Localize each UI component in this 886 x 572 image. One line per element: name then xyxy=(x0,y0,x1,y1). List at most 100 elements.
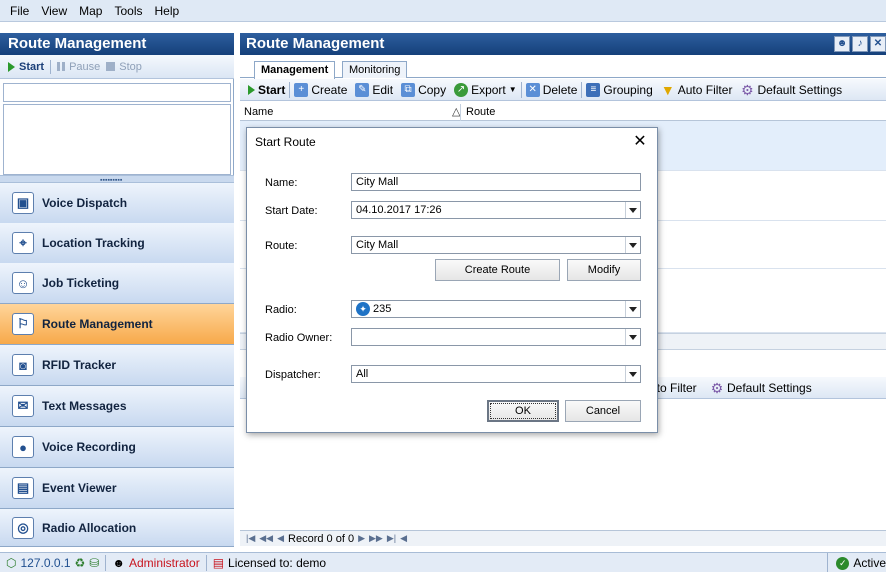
dispatcher-label: Dispatcher: xyxy=(265,369,321,381)
name-label: Name: xyxy=(265,177,298,189)
pane-splitter[interactable]: ▪▪▪▪▪▪▪▪▪ xyxy=(0,175,234,184)
delete-button[interactable]: ✕ Delete xyxy=(522,82,582,97)
ok-button[interactable]: OK xyxy=(487,400,559,422)
last-record-button[interactable]: ▶| xyxy=(387,533,396,544)
voice-recording-icon: ● xyxy=(12,436,34,458)
left-info-panel xyxy=(3,104,231,175)
auto-filter-button[interactable]: ▼ Auto Filter xyxy=(657,83,737,97)
more-button[interactable]: ◀ xyxy=(400,533,407,544)
start-date-picker[interactable]: 04.10.2017 17:26 xyxy=(351,201,641,219)
close-icon[interactable]: ✕ xyxy=(627,130,653,154)
dispatcher-select[interactable]: All xyxy=(351,365,641,383)
delete-icon: ✕ xyxy=(525,82,540,97)
status-user: ☻ Administrator xyxy=(112,555,200,570)
play-icon xyxy=(248,84,255,95)
menu-help[interactable]: Help xyxy=(149,0,186,22)
route-label: Route: xyxy=(265,240,298,252)
tab-strip: Management Monitoring xyxy=(240,58,886,79)
copy-icon: ⧉ xyxy=(401,82,416,97)
job-ticketing-icon: ☺ xyxy=(12,272,34,294)
network-icon: ♻ xyxy=(74,555,86,570)
record-count: Record 0 of 0 xyxy=(288,532,355,545)
chevron-down-icon: ▼ xyxy=(508,85,517,94)
next-record-button[interactable]: ▶ xyxy=(358,533,365,544)
start-route-button[interactable]: Start xyxy=(8,61,44,73)
column-header-route[interactable]: Route xyxy=(466,106,495,118)
speaker-icon[interactable]: ♪ xyxy=(852,36,868,52)
dialog-title: Start Route xyxy=(247,128,657,156)
chevron-down-icon[interactable] xyxy=(625,202,640,218)
chevron-down-icon[interactable] xyxy=(625,237,640,253)
start-date-label: Start Date: xyxy=(265,205,318,217)
chevron-down-icon[interactable] xyxy=(625,366,640,382)
prev-page-button[interactable]: ◀◀ xyxy=(259,533,273,544)
default-settings-button[interactable]: ⚙ Default Settings xyxy=(736,83,846,97)
chevron-down-icon[interactable] xyxy=(625,329,640,345)
create-button[interactable]: + Create xyxy=(290,82,351,97)
filter-icon: ▼ xyxy=(660,81,675,98)
mute-icon[interactable]: ✕ xyxy=(870,36,886,52)
grouping-icon: ≡ xyxy=(586,82,601,97)
record-navigator: |◀ ◀◀ ◀ Record 0 of 0 ▶ ▶▶ ▶| ◀ xyxy=(240,530,886,546)
copy-button[interactable]: ⧉ Copy xyxy=(397,82,450,97)
create-route-button[interactable]: Create Route xyxy=(435,259,560,281)
license-icon: ▤ xyxy=(212,555,225,570)
chevron-down-icon[interactable] xyxy=(625,301,640,317)
server-icon: ⬡ xyxy=(6,555,17,570)
voice-dispatch-icon: ▣ xyxy=(12,192,34,214)
nav-voice-recording[interactable]: ● Voice Recording xyxy=(0,427,234,468)
menu-file[interactable]: File xyxy=(4,0,35,22)
export-button[interactable]: ↗ Export ▼ xyxy=(450,82,521,97)
text-messages-icon: ✉ xyxy=(12,395,34,417)
nav-location-tracking[interactable]: ⌖ Location Tracking xyxy=(0,223,234,264)
modify-button[interactable]: Modify xyxy=(567,259,641,281)
pause-route-button[interactable]: Pause xyxy=(57,61,100,73)
nav-rfid-tracker[interactable]: ◙ RFID Tracker xyxy=(0,345,234,386)
status-bar: ⬡ 127.0.0.1 ♻ ⛁ ☻ Administrator ▤ Licens… xyxy=(0,552,886,572)
route-select[interactable]: City Mall xyxy=(351,236,641,254)
nav-job-ticketing[interactable]: ☺ Job Ticketing xyxy=(0,263,234,304)
status-connection: ✓ Active xyxy=(827,553,886,572)
grid-header: Name △ Route xyxy=(240,104,886,121)
separator xyxy=(50,59,52,74)
event-viewer-icon: ▤ xyxy=(12,477,34,499)
nav-text-messages[interactable]: ✉ Text Messages xyxy=(0,386,234,427)
status-server: ⬡ 127.0.0.1 ♻ ⛁ xyxy=(6,555,100,570)
menu-view[interactable]: View xyxy=(35,0,73,22)
edit-button[interactable]: ✎ Edit xyxy=(351,82,397,97)
default-settings-button-2[interactable]: ⚙ Default Settings xyxy=(710,381,812,395)
radio-select[interactable]: ✦ 235 xyxy=(351,300,641,318)
menu-map[interactable]: Map xyxy=(73,0,108,22)
gear-icon: ⚙ xyxy=(741,81,754,98)
column-header-name[interactable]: Name xyxy=(244,106,273,118)
nav-route-management[interactable]: ⚐ Route Management xyxy=(0,304,234,345)
tab-monitoring[interactable]: Monitoring xyxy=(342,61,408,78)
operator-icon[interactable]: ☻ xyxy=(834,36,850,52)
next-page-button[interactable]: ▶▶ xyxy=(369,533,383,544)
location-tracking-icon: ⌖ xyxy=(12,232,34,254)
stop-route-button[interactable]: Stop xyxy=(106,61,142,73)
nav-voice-dispatch[interactable]: ▣ Voice Dispatch xyxy=(0,183,234,224)
nav-radio-allocation[interactable]: ◎ Radio Allocation xyxy=(0,509,234,547)
prev-record-button[interactable]: ◀ xyxy=(277,533,284,544)
cancel-button[interactable]: Cancel xyxy=(565,400,641,422)
column-divider[interactable] xyxy=(460,104,461,121)
menu-tools[interactable]: Tools xyxy=(108,0,148,22)
start-route-dialog: Start Route ✕ Name: City Mall Start Date… xyxy=(246,127,658,433)
rfid-tracker-icon: ◙ xyxy=(12,354,34,376)
radio-owner-label: Radio Owner: xyxy=(265,332,333,344)
tab-management[interactable]: Management xyxy=(254,61,336,79)
nav-event-viewer[interactable]: ▤ Event Viewer xyxy=(0,468,234,509)
left-pane-title: Route Management xyxy=(0,33,234,55)
pause-icon xyxy=(57,62,66,71)
gear-icon: ⚙ xyxy=(710,379,724,396)
main-toolbar: Start + Create ✎ Edit ⧉ Copy ↗ Export ▼ … xyxy=(240,79,886,101)
database-icon: ⛁ xyxy=(89,555,100,570)
left-search-box[interactable] xyxy=(3,83,231,102)
grouping-button[interactable]: ≡ Grouping xyxy=(582,82,656,97)
first-record-button[interactable]: |◀ xyxy=(246,533,255,544)
radio-owner-select[interactable] xyxy=(351,328,641,346)
toolbar-start-button[interactable]: Start xyxy=(244,83,289,97)
name-field[interactable]: City Mall xyxy=(351,173,641,191)
user-icon: ☻ xyxy=(112,555,125,570)
